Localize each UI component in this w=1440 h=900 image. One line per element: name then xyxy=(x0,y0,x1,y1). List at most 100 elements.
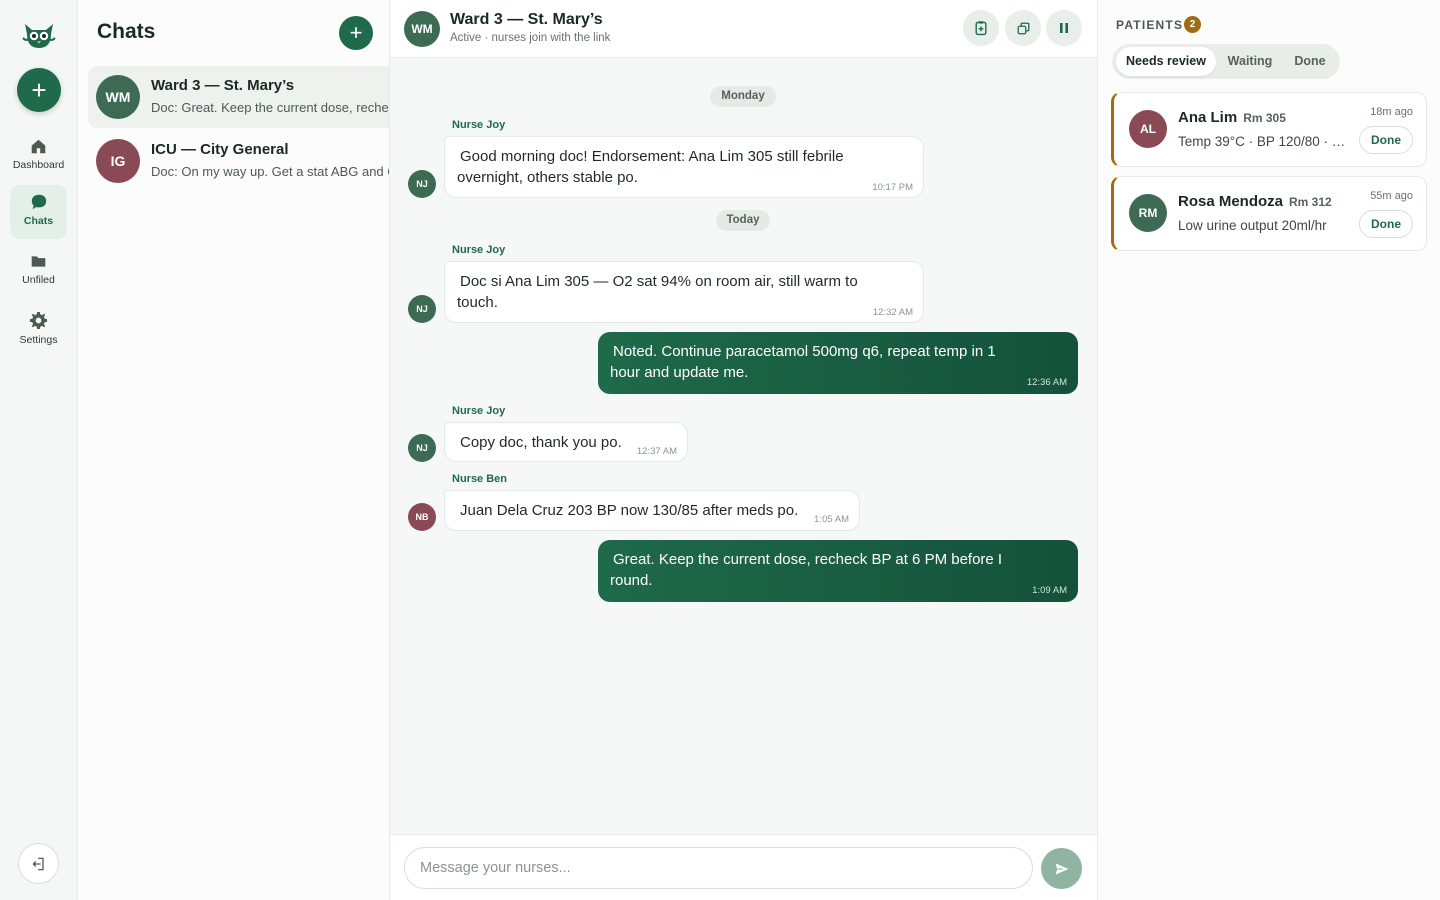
message-input[interactable] xyxy=(404,847,1033,889)
rail-label: Settings xyxy=(19,334,58,346)
message-sender: Nurse Joy xyxy=(452,244,506,256)
rail-item-unfiled[interactable]: Unfiled xyxy=(10,245,67,299)
chat-name: ICU — City General xyxy=(151,141,289,158)
patient-note: Low urine output 20ml/hr xyxy=(1178,218,1327,233)
message-time: 1:05 AM xyxy=(814,514,849,525)
patients-filter-tabs: Needs review Waiting Done xyxy=(1112,44,1340,79)
logout-button[interactable] xyxy=(18,843,59,884)
patients-panel: PATIENTS 2 Needs review Waiting Done AL … xyxy=(1097,0,1440,900)
rail-label: Unfiled xyxy=(22,274,55,286)
copy-link-button[interactable] xyxy=(1005,10,1041,46)
message-line: Great. Keep the current dose, recheck BP… xyxy=(613,551,1003,568)
avatar: IG xyxy=(96,139,140,183)
avatar: RM xyxy=(1129,194,1167,232)
day-separator: Monday xyxy=(710,86,776,107)
conversation-title: Ward 3 — St. Mary’s xyxy=(450,11,603,28)
tab-waiting[interactable]: Waiting xyxy=(1218,47,1282,76)
composer xyxy=(390,834,1097,900)
chat-list-panel: Chats + WM Ward 3 — St. Mary’s Doc: Grea… xyxy=(78,0,390,900)
message-bubble-outgoing: Great. Keep the current dose, recheck BP… xyxy=(598,540,1078,602)
message-line: Good morning doc! Endorsement: Ana Lim 3… xyxy=(460,148,844,165)
patient-name-text: Ana Lim xyxy=(1178,109,1238,126)
patient-card-ana-lim[interactable]: AL Ana Lim Rm 305 Temp 39°C · BP 120/80 ·… xyxy=(1111,92,1427,167)
message-sender: Nurse Ben xyxy=(452,473,508,485)
message-sender: Nurse Joy xyxy=(452,119,506,131)
rail-label: Chats xyxy=(23,215,54,227)
avatar: AL xyxy=(1129,110,1167,148)
message-text: Doc si Ana Lim 305 — O2 sat 94% on room … xyxy=(457,271,858,313)
patient-note: Temp 39°C · BP 120/80 · SpO2 94% xyxy=(1178,134,1350,149)
message-bubble: Juan Dela Cruz 203 BP now 130/85 after m… xyxy=(444,490,860,531)
patient-room: Rm 312 xyxy=(1289,195,1332,209)
message-line: Juan Dela Cruz 203 BP now 130/85 after m… xyxy=(460,502,799,519)
message-time: 12:37 AM xyxy=(636,446,677,457)
message-line: Copy doc, thank you po. xyxy=(460,434,622,451)
logout-icon xyxy=(31,857,44,870)
clipboard-plus-icon xyxy=(975,21,987,36)
conversation-panel: WM Ward 3 — St. Mary’s Active · nurses j… xyxy=(390,0,1097,900)
gear-icon xyxy=(29,311,48,330)
pause-button[interactable] xyxy=(1046,10,1082,46)
mark-done-button[interactable]: Done xyxy=(1359,210,1413,238)
chat-bubble-icon xyxy=(31,194,46,210)
message-bubble-outgoing: Noted. Continue paracetamol 500mg q6, re… xyxy=(598,332,1078,394)
rail-item-chats[interactable]: Chats xyxy=(10,185,67,239)
plus-icon: + xyxy=(31,75,47,105)
avatar: NJ xyxy=(408,170,436,198)
send-icon xyxy=(1055,862,1068,875)
send-button[interactable] xyxy=(1041,848,1082,889)
message-text: Good morning doc! Endorsement: Ana Lim 3… xyxy=(457,146,844,188)
message-line: hour and update me. xyxy=(610,364,749,381)
nav-rail: + Dashboard Chats Unfiled Settings xyxy=(0,0,78,900)
message-line: overnight, others stable po. xyxy=(457,169,638,186)
chat-row-icu[interactable]: IG ICU — City General Doc: On my way up.… xyxy=(88,130,389,192)
new-chat-button[interactable]: + xyxy=(339,16,373,50)
message-text: Copy doc, thank you po. xyxy=(460,432,622,453)
message-text: Noted. Continue paracetamol 500mg q6, re… xyxy=(610,341,996,383)
new-conversation-button[interactable]: + xyxy=(17,68,61,112)
message-bubble: Copy doc, thank you po. 12:37 AM xyxy=(444,422,688,462)
copy-icon xyxy=(1017,22,1029,34)
day-separator: Today xyxy=(716,210,770,231)
conversation-subtitle: Active · nurses join with the link xyxy=(450,32,611,44)
clipboard-button[interactable] xyxy=(963,10,999,46)
home-icon xyxy=(31,139,46,154)
message-bubble: Good morning doc! Endorsement: Ana Lim 3… xyxy=(444,136,924,198)
message-line: touch. xyxy=(457,294,498,311)
message-time: 10:17 PM xyxy=(872,182,913,193)
message-line: Noted. Continue paracetamol 500mg q6, re… xyxy=(613,343,996,360)
rail-item-dashboard[interactable]: Dashboard xyxy=(10,130,67,184)
avatar: NB xyxy=(408,503,436,531)
mark-done-button[interactable]: Done xyxy=(1359,126,1413,154)
tab-needs-review[interactable]: Needs review xyxy=(1116,47,1216,76)
message-time: 12:36 AM xyxy=(1026,377,1067,388)
avatar: NJ xyxy=(408,295,436,323)
message-text: Juan Dela Cruz 203 BP now 130/85 after m… xyxy=(460,500,798,521)
chat-row-ward3[interactable]: WM Ward 3 — St. Mary’s Doc: Great. Keep … xyxy=(88,66,389,128)
folder-icon xyxy=(31,256,46,267)
message-sender: Nurse Joy xyxy=(452,405,506,417)
patient-room: Rm 305 xyxy=(1243,111,1286,125)
rail-item-settings[interactable]: Settings xyxy=(10,303,67,357)
avatar: WM xyxy=(404,11,440,47)
avatar: WM xyxy=(96,75,140,119)
app-logo-icon[interactable] xyxy=(19,16,59,56)
patient-name: Ana Lim Rm 305 xyxy=(1178,109,1286,126)
chat-preview: Doc: Great. Keep the current dose, reche… xyxy=(151,100,389,115)
patients-count-badge: 2 xyxy=(1184,16,1201,33)
conversation-header: WM Ward 3 — St. Mary’s Active · nurses j… xyxy=(390,0,1097,58)
tab-done[interactable]: Done xyxy=(1284,47,1336,76)
patient-card-rosa-mendoza[interactable]: RM Rosa Mendoza Rm 312 Low urine output 2… xyxy=(1111,176,1427,251)
rail-label: Dashboard xyxy=(12,159,65,171)
patient-time: 55m ago xyxy=(1370,190,1413,202)
plus-icon: + xyxy=(349,20,363,45)
message-time: 12:32 AM xyxy=(872,307,913,318)
chat-name: Ward 3 — St. Mary’s xyxy=(151,77,295,94)
message-line: round. xyxy=(610,572,653,589)
message-time: 1:09 AM xyxy=(1032,585,1067,596)
message-text: Great. Keep the current dose, recheck BP… xyxy=(610,549,1003,591)
patient-time: 18m ago xyxy=(1370,106,1413,118)
patient-name: Rosa Mendoza Rm 312 xyxy=(1178,193,1332,210)
message-bubble: Doc si Ana Lim 305 — O2 sat 94% on room … xyxy=(444,261,924,323)
message-line: Doc si Ana Lim 305 — O2 sat 94% on room … xyxy=(460,273,858,290)
